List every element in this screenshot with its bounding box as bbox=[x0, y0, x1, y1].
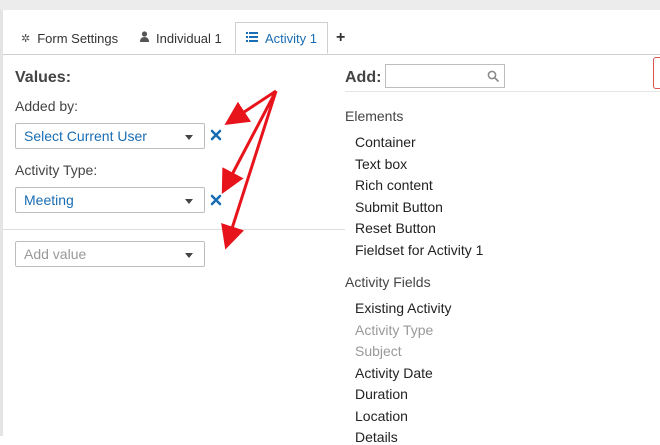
annotation-arrows bbox=[221, 89, 278, 250]
